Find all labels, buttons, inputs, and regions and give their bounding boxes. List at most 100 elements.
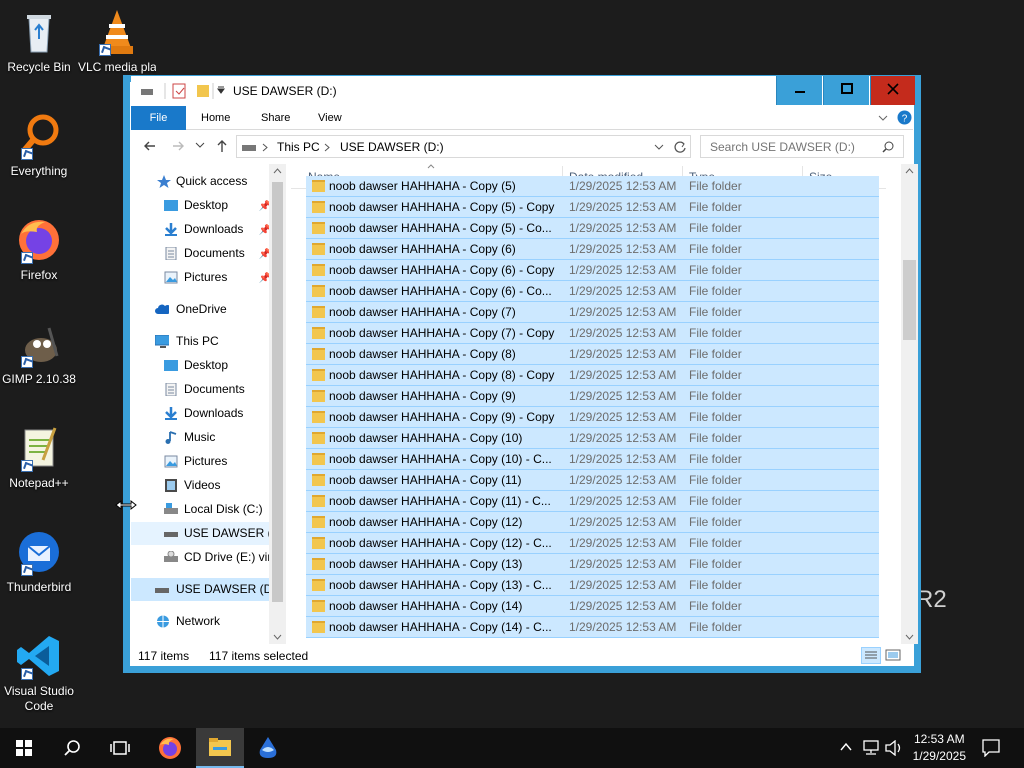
nav-pc-local-disk[interactable]: Local Disk (C:)	[131, 498, 281, 521]
table-row[interactable]: noob dawser HAHHAHA - Copy (7) - Copy 1/2…	[306, 323, 879, 344]
notifications-icon[interactable]	[982, 739, 1000, 757]
desktop-icon-gimp[interactable]: GIMP 2.10.38	[0, 320, 78, 387]
title-bar[interactable]: USE DAWSER (D:)	[131, 76, 915, 106]
taskbar-clock[interactable]: 12:53 AM 1/29/2025	[913, 731, 966, 765]
nav-pc-downloads[interactable]: Downloads	[131, 402, 281, 425]
address-bar[interactable]: This PC USE DAWSER (D:)	[236, 135, 691, 158]
tab-share[interactable]: Share	[261, 106, 290, 130]
navigation-pane[interactable]: Quick access Desktop 📌 Downloads 📌 Docum…	[131, 164, 288, 644]
file-list-scrollbar[interactable]	[901, 164, 918, 644]
file-date: 1/29/2025 12:53 AM	[569, 263, 677, 277]
desktop-icon-vlc[interactable]: VLC media play	[78, 8, 156, 75]
table-row[interactable]: noob dawser HAHHAHA - Copy (13) 1/29/2025…	[306, 554, 879, 575]
table-row[interactable]: noob dawser HAHHAHA - Copy (14) 1/29/2025…	[306, 596, 879, 617]
tab-view[interactable]: View	[318, 106, 342, 130]
taskbar-thunderbird[interactable]	[244, 728, 292, 768]
table-row[interactable]: noob dawser HAHHAHA - Copy (10) 1/29/2025…	[306, 428, 879, 449]
scroll-thumb[interactable]	[903, 260, 916, 340]
taskbar-file-explorer[interactable]	[196, 728, 244, 768]
nav-qa-documents[interactable]: Documents 📌	[131, 242, 281, 265]
network-tray-icon[interactable]	[862, 740, 880, 756]
table-row[interactable]: noob dawser HAHHAHA - Copy (7) 1/29/2025 …	[306, 302, 879, 323]
table-row[interactable]: noob dawser HAHHAHA - Copy (9) - Copy 1/2…	[306, 407, 879, 428]
folder-icon	[312, 369, 325, 381]
task-view-button[interactable]	[96, 728, 144, 768]
scroll-thumb[interactable]	[272, 182, 283, 602]
table-row[interactable]: noob dawser HAHHAHA - Copy (6) 1/29/2025 …	[306, 239, 879, 260]
recent-locations-icon[interactable]	[195, 142, 205, 150]
chevron-down-icon[interactable]	[654, 144, 664, 152]
desktop-icon-label: VLC media play	[78, 60, 156, 74]
scroll-down-icon[interactable]	[273, 634, 282, 640]
forward-icon[interactable]	[171, 139, 185, 153]
nav-pc-desktop[interactable]: Desktop	[131, 354, 281, 377]
nav-onedrive[interactable]: OneDrive	[131, 298, 281, 321]
explorer-window[interactable]: USE DAWSER (D:) File Home Share View ? T…	[123, 75, 921, 673]
table-row[interactable]: noob dawser HAHHAHA - Copy (6) - Co... 1/…	[306, 281, 879, 302]
desktop-icon-recycle-bin[interactable]: Recycle Bin	[0, 8, 78, 75]
nav-pc-use-dawser[interactable]: USE DAWSER (D:)	[131, 522, 281, 545]
taskbar-firefox[interactable]	[146, 728, 194, 768]
nav-network[interactable]: Network	[131, 610, 281, 633]
nav-pc-videos[interactable]: Videos	[131, 474, 281, 497]
back-icon[interactable]	[143, 139, 157, 153]
desktop-icon-thunderbird[interactable]: Thunderbird	[0, 528, 78, 595]
table-row[interactable]: noob dawser HAHHAHA - Copy (11) 1/29/2025…	[306, 470, 879, 491]
breadcrumb-drive[interactable]: USE DAWSER (D:)	[340, 140, 444, 154]
desktop-icon-vscode[interactable]: Visual Studio Code	[0, 632, 78, 714]
close-button[interactable]	[870, 76, 915, 105]
desktop-icon-notepadpp[interactable]: Notepad++	[0, 424, 78, 491]
table-row[interactable]: noob dawser HAHHAHA - Copy (5) - Copy 1/2…	[306, 197, 879, 218]
nav-pc-cd-drive[interactable]: CD Drive (E:) virt	[131, 546, 281, 569]
quick-access-toolbar[interactable]	[139, 83, 229, 99]
table-row[interactable]: noob dawser HAHHAHA - Copy (5) - Co... 1/…	[306, 218, 879, 239]
scroll-up-icon[interactable]	[905, 168, 914, 174]
details-view-icon[interactable]	[861, 647, 881, 664]
table-row[interactable]: noob dawser HAHHAHA - Copy (12) 1/29/2025…	[306, 512, 879, 533]
chevron-up-icon[interactable]	[840, 742, 852, 752]
nav-qa-downloads[interactable]: Downloads 📌	[131, 218, 281, 241]
scroll-down-icon[interactable]	[905, 634, 914, 640]
table-row[interactable]: noob dawser HAHHAHA - Copy (5) 1/29/2025 …	[306, 176, 879, 197]
file-list-pane[interactable]: Name Date modified Type Size noob dawser…	[291, 164, 901, 644]
scroll-up-icon[interactable]	[273, 168, 282, 174]
nav-pane-scrollbar[interactable]	[269, 164, 286, 644]
nav-qa-pictures[interactable]: Pictures 📌	[131, 266, 281, 289]
maximize-button[interactable]	[823, 76, 869, 105]
nav-pc-documents[interactable]: Documents	[131, 378, 281, 401]
up-icon[interactable]	[215, 139, 229, 153]
table-row[interactable]: noob dawser HAHHAHA - Copy (10) - C... 1/…	[306, 449, 879, 470]
file-date: 1/29/2025 12:53 AM	[569, 326, 677, 340]
table-row[interactable]: noob dawser HAHHAHA - Copy (11) - C... 1/…	[306, 491, 879, 512]
nav-pc-pictures[interactable]: Pictures	[131, 450, 281, 473]
search-icon[interactable]	[882, 141, 894, 153]
minimize-button[interactable]	[776, 76, 822, 105]
table-row[interactable]: noob dawser HAHHAHA - Copy (8) - Copy 1/2…	[306, 365, 879, 386]
table-row[interactable]: noob dawser HAHHAHA - Copy (14) - C... 1/…	[306, 617, 879, 638]
search-button[interactable]	[48, 728, 96, 768]
nav-drive[interactable]: USE DAWSER (D:)	[131, 578, 269, 601]
nav-quick-access[interactable]: Quick access	[131, 170, 281, 193]
desktop-icon-everything[interactable]: Everything	[0, 112, 78, 179]
large-icons-view-icon[interactable]	[885, 648, 901, 662]
refresh-icon[interactable]	[673, 140, 687, 154]
sort-ascending-icon	[427, 164, 435, 169]
expand-ribbon-icon[interactable]	[877, 112, 889, 124]
tab-file[interactable]: File	[131, 106, 186, 130]
table-row[interactable]: noob dawser HAHHAHA - Copy (6) - Copy 1/2…	[306, 260, 879, 281]
help-icon[interactable]: ?	[897, 110, 912, 125]
nav-pc-music[interactable]: Music	[131, 426, 281, 449]
desktop-icon-firefox[interactable]: Firefox	[0, 216, 78, 283]
nav-this-pc[interactable]: This PC	[131, 330, 281, 353]
table-row[interactable]: noob dawser HAHHAHA - Copy (9) 1/29/2025 …	[306, 386, 879, 407]
nav-qa-desktop[interactable]: Desktop 📌	[131, 194, 281, 217]
tab-home[interactable]: Home	[201, 106, 230, 130]
volume-icon[interactable]	[885, 740, 903, 756]
search-box[interactable]	[700, 135, 904, 158]
table-row[interactable]: noob dawser HAHHAHA - Copy (8) 1/29/2025 …	[306, 344, 879, 365]
table-row[interactable]: noob dawser HAHHAHA - Copy (12) - C... 1/…	[306, 533, 879, 554]
start-button[interactable]	[0, 728, 48, 768]
search-input[interactable]	[710, 140, 880, 154]
breadcrumb-this-pc[interactable]: This PC	[277, 140, 320, 154]
table-row[interactable]: noob dawser HAHHAHA - Copy (13) - C... 1/…	[306, 575, 879, 596]
